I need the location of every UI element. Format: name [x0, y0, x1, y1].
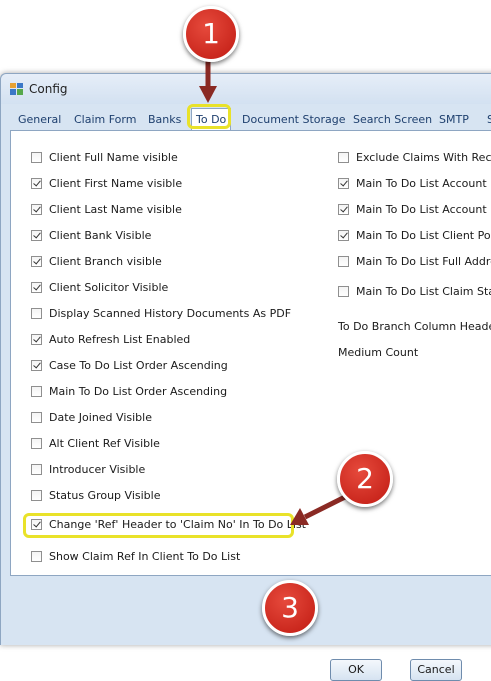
ok-button[interactable]: OK: [330, 659, 382, 681]
callout-2-badge: 2: [337, 451, 393, 507]
callout-arrows: [199, 55, 347, 525]
callout-3-badge: 3: [262, 580, 318, 636]
cancel-button[interactable]: Cancel: [410, 659, 462, 681]
callout-1-badge: 1: [183, 6, 239, 62]
